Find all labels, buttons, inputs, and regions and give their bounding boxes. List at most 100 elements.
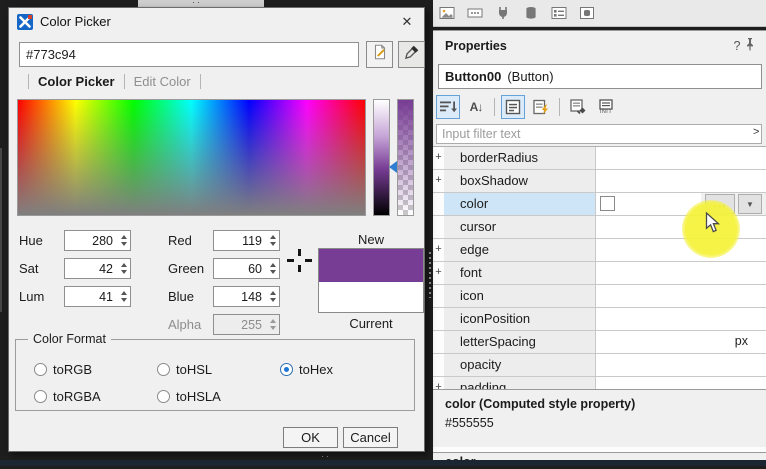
stepper-arrows-icon[interactable] (266, 231, 279, 250)
radio-torgba[interactable]: toRGBA (34, 389, 101, 404)
property-row-font[interactable]: + font (433, 262, 766, 285)
property-row-padding[interactable]: + padding (433, 377, 766, 389)
stepper-arrows-icon[interactable] (117, 259, 130, 278)
eyedropper-icon (403, 43, 421, 66)
green-stepper[interactable]: 60 (213, 258, 280, 279)
sat-label: Sat (19, 261, 39, 276)
changed-properties-button[interactable] (566, 95, 590, 119)
expand-icon[interactable] (433, 216, 444, 238)
toolbar-separator (494, 98, 495, 116)
event-properties-button[interactable] (529, 95, 553, 119)
dialog-titlebar[interactable]: Color Picker ✕ (9, 8, 424, 35)
plug-connector-icon[interactable] (494, 4, 512, 22)
property-value-cell[interactable] (595, 354, 766, 376)
expand-icon[interactable]: + (433, 262, 444, 284)
cancel-button[interactable]: Cancel (343, 427, 398, 448)
property-value-cell[interactable]: px (595, 331, 766, 353)
properties-toolbar: A↓ INIT (433, 93, 766, 121)
radio-icon (157, 390, 170, 403)
property-value-cell[interactable] (595, 170, 766, 192)
expand-icon[interactable]: + (433, 170, 444, 192)
property-value-cell[interactable] (595, 285, 766, 307)
luminance-marker-icon[interactable] (389, 161, 397, 173)
property-row-opacity[interactable]: opacity (433, 354, 766, 377)
splitter-grip-dots (191, 1, 201, 4)
radio-tohsla[interactable]: toHSLA (157, 389, 221, 404)
property-value-cell[interactable] (595, 216, 766, 238)
property-value-cell[interactable]: ... ▼ (595, 193, 766, 215)
hue-label: Hue (19, 233, 43, 248)
stepper-arrows-icon[interactable] (117, 287, 130, 306)
tab-edit-color[interactable]: Edit Color (134, 74, 191, 89)
element-selector-combo[interactable]: Button00 (Button) (438, 64, 762, 89)
radio-torgb[interactable]: toRGB (34, 362, 92, 377)
data-box-panel-icon[interactable] (578, 4, 596, 22)
sat-stepper[interactable]: 42 (64, 258, 131, 279)
stepper-arrows-icon[interactable] (117, 231, 130, 250)
red-stepper[interactable]: 119 (213, 230, 280, 251)
expand-icon[interactable]: + (433, 377, 444, 389)
toolbar-separator (559, 98, 560, 116)
property-filter-input[interactable] (436, 124, 762, 144)
property-value-cell[interactable] (595, 262, 766, 284)
expand-icon[interactable] (433, 285, 444, 307)
eyedropper-button[interactable] (398, 41, 425, 68)
property-row-icon[interactable]: icon (433, 285, 766, 308)
close-icon[interactable]: ✕ (398, 14, 416, 30)
property-value-cell[interactable] (595, 377, 766, 389)
property-row-boxshadow[interactable]: + boxShadow (433, 170, 766, 193)
property-row-borderradius[interactable]: + borderRadius (433, 147, 766, 170)
pin-icon[interactable] (744, 37, 756, 54)
description-title: color (Computed style property) (445, 397, 758, 411)
expand-icon[interactable] (433, 308, 444, 330)
radio-tohsl[interactable]: toHSL (157, 362, 212, 377)
expand-icon[interactable] (433, 193, 444, 215)
radio-icon (157, 363, 170, 376)
saturation-hue-gradient[interactable] (17, 99, 366, 216)
alpha-bar[interactable] (397, 99, 414, 216)
property-value-cell[interactable] (595, 308, 766, 330)
copy-color-button[interactable] (366, 41, 393, 68)
expand-icon[interactable]: + (433, 239, 444, 261)
tab-color-picker[interactable]: Color Picker (38, 74, 115, 89)
radio-tohex[interactable]: toHex (280, 362, 333, 377)
expand-icon[interactable]: + (433, 147, 444, 169)
document-edit-icon (371, 43, 389, 66)
show-all-properties-button[interactable] (501, 95, 525, 119)
color-value-swatch[interactable] (600, 196, 615, 211)
sort-alphabetical-button[interactable]: A↓ (464, 95, 488, 119)
filter-caret-icon[interactable]: > (753, 126, 759, 138)
panel-splitter-handle[interactable] (429, 252, 431, 298)
luminance-bar[interactable] (373, 99, 390, 216)
lum-stepper[interactable]: 41 (64, 286, 131, 307)
sort-alpha-icon: A↓ (470, 100, 483, 114)
help-button[interactable]: ? (730, 39, 744, 53)
property-value-cell[interactable] (595, 147, 766, 169)
blue-stepper[interactable]: 148 (213, 286, 280, 307)
form-list-panel-icon[interactable] (550, 4, 568, 22)
property-value-cell[interactable] (595, 239, 766, 261)
color-picker-dialog: Color Picker ✕ Color Picker Edit Color H… (8, 7, 425, 452)
alpha-label: Alpha (168, 317, 201, 332)
database-bin-icon[interactable] (522, 4, 540, 22)
property-row-iconposition[interactable]: iconPosition (433, 308, 766, 331)
red-label: Red (168, 233, 192, 248)
green-label: Green (168, 261, 204, 276)
hex-color-input[interactable] (19, 42, 359, 67)
expand-icon[interactable] (433, 331, 444, 353)
hue-stepper[interactable]: 280 (64, 230, 131, 251)
property-row-letterspacing[interactable]: letterSpacing px (433, 331, 766, 354)
sort-categorized-button[interactable] (436, 95, 460, 119)
init-properties-button[interactable]: INIT (594, 95, 618, 119)
ok-button[interactable]: OK (283, 427, 338, 448)
ellipsis-panel-icon[interactable] (466, 4, 484, 22)
stepper-arrows-icon[interactable] (266, 259, 279, 278)
background-edge (0, 148, 2, 312)
image-panel-icon[interactable] (438, 4, 456, 22)
mouse-cursor-icon (705, 212, 725, 239)
color-format-legend: Color Format (28, 332, 111, 346)
expand-icon[interactable] (433, 354, 444, 376)
init-icon-label: INIT (600, 110, 612, 115)
dropdown-arrow-icon[interactable]: ▼ (738, 194, 762, 214)
stepper-arrows-icon[interactable] (266, 287, 279, 306)
